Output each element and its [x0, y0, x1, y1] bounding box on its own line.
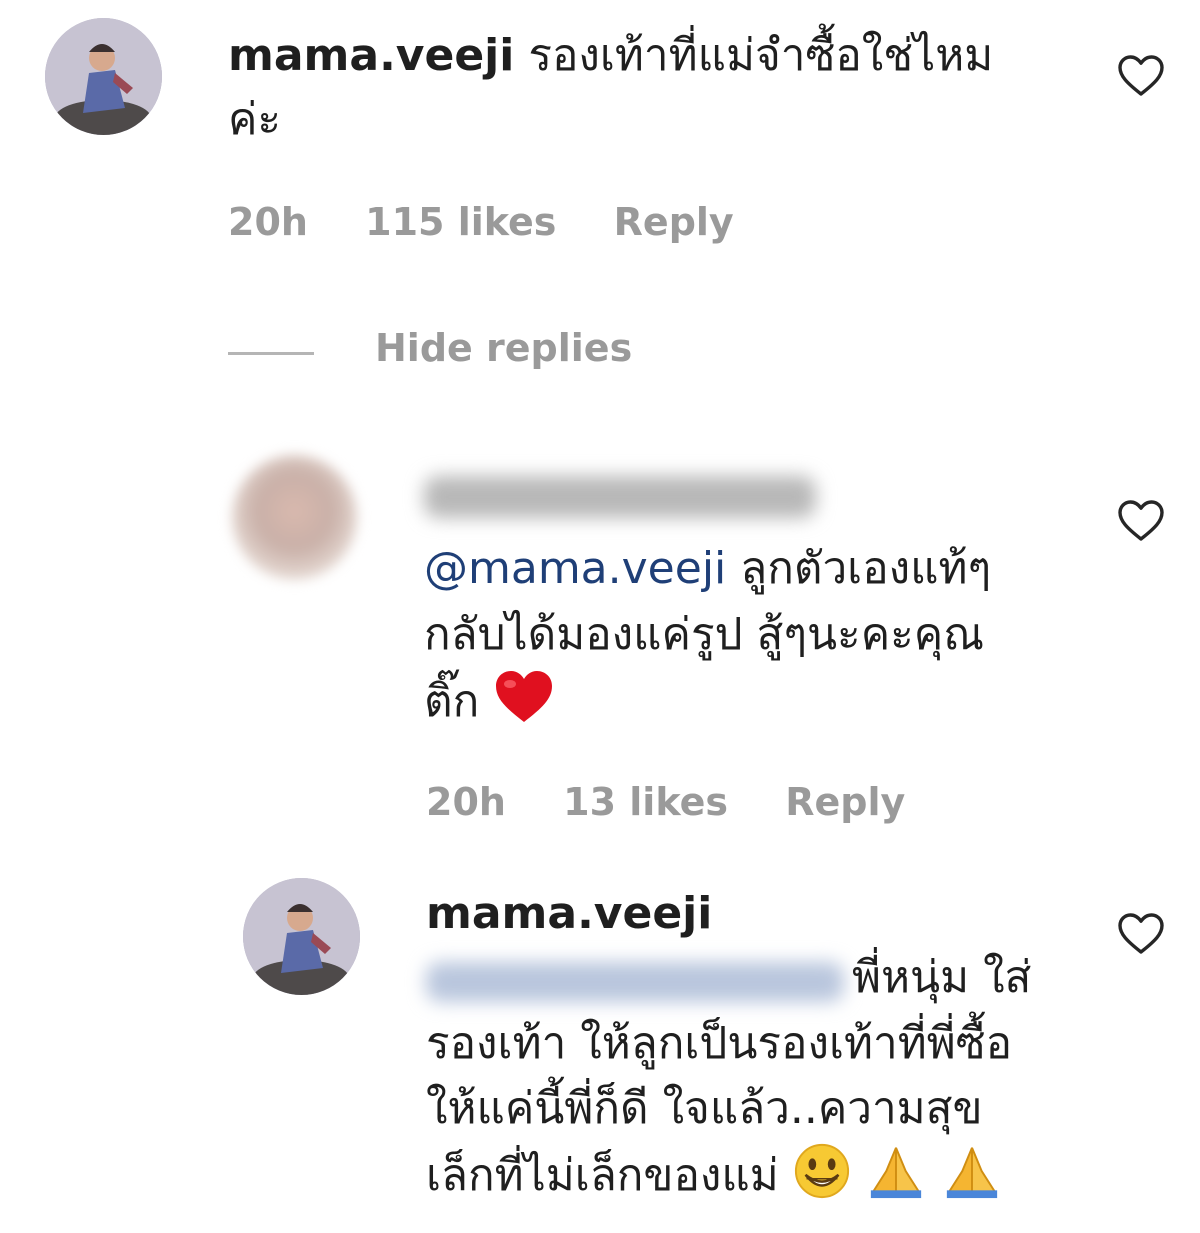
- comment-meta: 20h 115 likes Reply: [228, 200, 778, 244]
- folded-hands-emoji: [941, 1142, 1003, 1218]
- hide-replies-button[interactable]: Hide replies: [375, 326, 632, 370]
- reply1-meta: 20h 13 likes Reply: [426, 780, 949, 824]
- comment-time: 20h: [228, 200, 308, 244]
- red-heart-emoji: [493, 668, 555, 724]
- reply-button[interactable]: Reply: [614, 200, 734, 244]
- reply1-text-line3: ติ๊ก: [424, 668, 555, 734]
- blurred-mention: [426, 962, 844, 1002]
- folded-hands-emoji: [865, 1142, 927, 1218]
- reply1-text-line2: กลับได้มองแค่รูป สู้ๆนะคะคุณ: [424, 609, 985, 660]
- avatar-photo: [45, 18, 162, 135]
- comment-username[interactable]: mama.veeji: [228, 30, 514, 81]
- reply1-text-line1: @mama.veeji ลูกตัวเองแท้ๆ: [424, 537, 991, 601]
- avatar[interactable]: [45, 18, 162, 135]
- avatar[interactable]: [232, 455, 357, 580]
- reply2-text-line2: รองเท้า ให้ลูกเป็นรองเท้าที่พี่ซื้อ: [426, 1018, 1013, 1069]
- like-button[interactable]: [1117, 912, 1165, 956]
- reply2-text-line1: พี่หนุ่ม ใส่: [852, 952, 1032, 1003]
- reply2-text-tail: เล็กที่ไม่เล็กของแม่: [426, 1150, 779, 1201]
- avatar[interactable]: [243, 878, 360, 995]
- comment-likes[interactable]: 115 likes: [365, 200, 556, 244]
- reply2-text-line4: เล็กที่ไม่เล็กของแม่: [426, 1142, 1003, 1218]
- reply1-likes[interactable]: 13 likes: [563, 780, 728, 824]
- like-button[interactable]: [1117, 499, 1165, 543]
- reply1-text-tail: ติ๊ก: [424, 676, 480, 727]
- reply1-time: 20h: [426, 780, 506, 824]
- reply1-mention[interactable]: @mama.veeji: [424, 543, 726, 594]
- grinning-face-emoji: [793, 1142, 851, 1218]
- reply2-text-line3: ให้แค่นี้พี่ก็ดี ใจแล้ว..ความสุข: [426, 1083, 983, 1134]
- heart-outline-icon: [1118, 55, 1164, 96]
- avatar-photo: [243, 878, 360, 995]
- comment-text: mama.veeji รองเท้าที่แม่จำซื้อใช่ไหม: [228, 24, 993, 88]
- like-button[interactable]: [1117, 54, 1165, 98]
- blurred-username: [424, 476, 816, 518]
- reply2-username[interactable]: mama.veeji: [426, 882, 712, 946]
- divider: [228, 352, 314, 355]
- comment-text-line1: รองเท้าที่แม่จำซื้อใช่ไหม: [528, 30, 994, 81]
- reply1-text: ลูกตัวเองแท้ๆ: [740, 543, 992, 594]
- reply-button[interactable]: Reply: [785, 780, 905, 824]
- heart-outline-icon: [1118, 500, 1164, 541]
- heart-outline-icon: [1118, 913, 1164, 954]
- comment-text-line2: ค่ะ: [228, 94, 282, 145]
